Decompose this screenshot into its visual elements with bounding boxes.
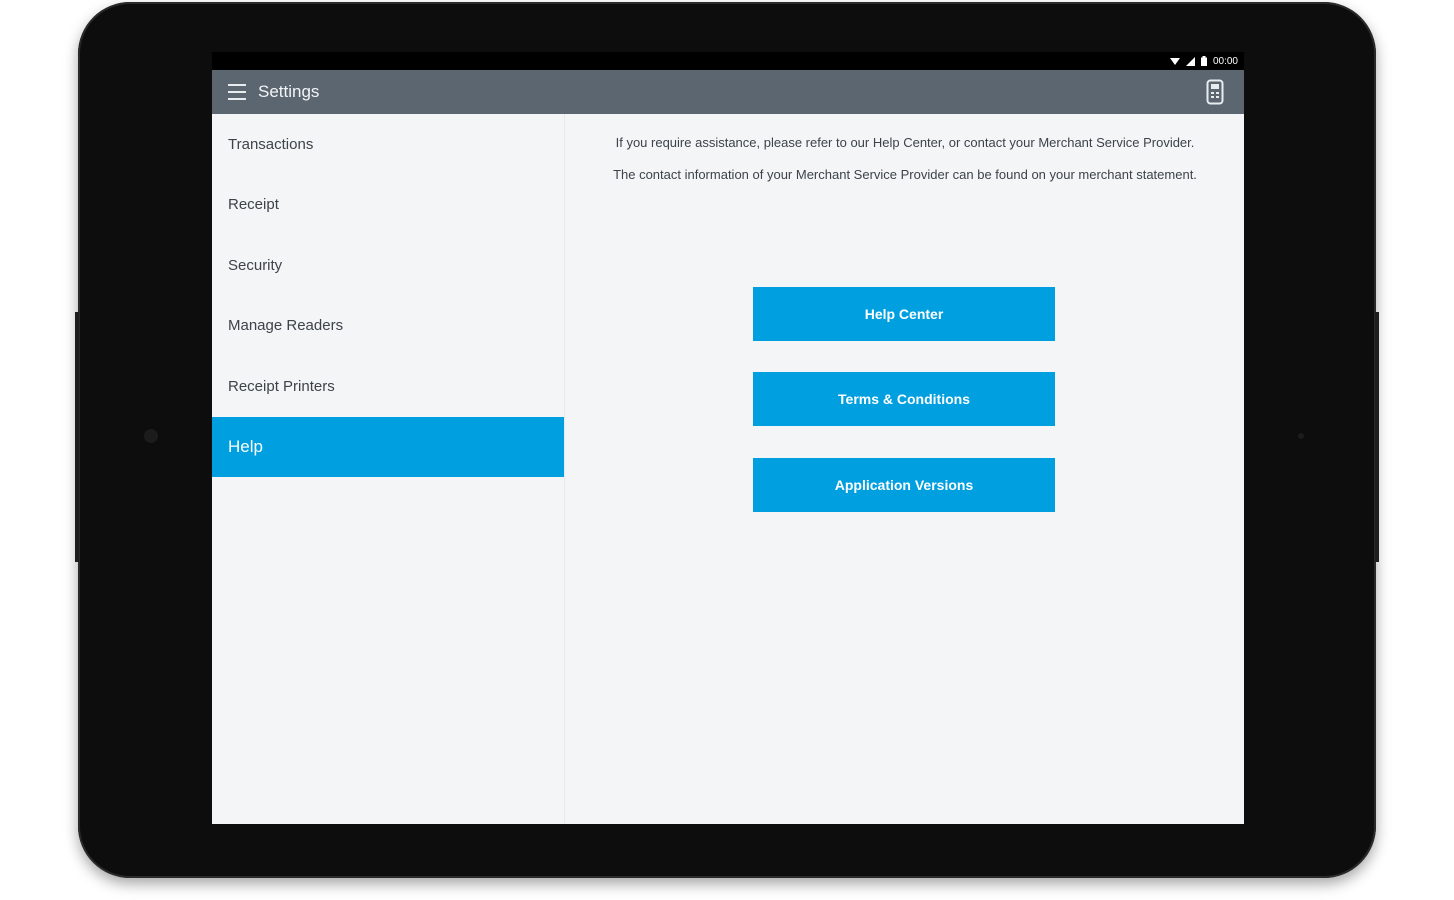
light-sensor xyxy=(1298,433,1304,439)
page-title: Settings xyxy=(258,82,320,101)
app-bar: Settings xyxy=(212,70,1244,114)
help-info-assistance: If you require assistance, please refer … xyxy=(615,135,1195,150)
sidebar-item-receipt[interactable]: Receipt xyxy=(212,175,564,236)
tablet-side-button-left xyxy=(75,312,79,562)
status-time: 00:00 xyxy=(1212,55,1238,67)
wifi-icon xyxy=(1169,57,1180,65)
card-reader-icon xyxy=(1206,79,1224,105)
front-camera xyxy=(144,429,158,443)
settings-sidebar: Transactions Receipt Security Manage Rea… xyxy=(212,114,565,824)
application-versions-button[interactable]: Application Versions xyxy=(753,458,1055,512)
hamburger-menu-icon[interactable] xyxy=(228,84,246,100)
tablet-screen: 00:00 Settings Transactions Receipt Secu… xyxy=(212,52,1244,824)
card-reader-button[interactable] xyxy=(1206,79,1224,110)
tablet-side-button-right xyxy=(1375,312,1379,562)
sidebar-item-manage-readers[interactable]: Manage Readers xyxy=(212,296,564,357)
battery-icon xyxy=(1200,56,1207,66)
status-bar: 00:00 xyxy=(212,52,1244,70)
help-info-contact: The contact information of your Merchant… xyxy=(613,167,1197,182)
help-info-text: If you require assistance, please refer … xyxy=(595,135,1215,199)
sidebar-item-help[interactable]: Help xyxy=(212,416,564,477)
terms-conditions-button[interactable]: Terms & Conditions xyxy=(753,372,1055,426)
help-center-button[interactable]: Help Center xyxy=(753,287,1055,341)
help-content: If you require assistance, please refer … xyxy=(565,114,1244,824)
signal-icon xyxy=(1185,56,1195,66)
sidebar-item-transactions[interactable]: Transactions xyxy=(212,114,564,175)
sidebar-item-receipt-printers[interactable]: Receipt Printers xyxy=(212,356,564,417)
sidebar-item-security[interactable]: Security xyxy=(212,235,564,296)
